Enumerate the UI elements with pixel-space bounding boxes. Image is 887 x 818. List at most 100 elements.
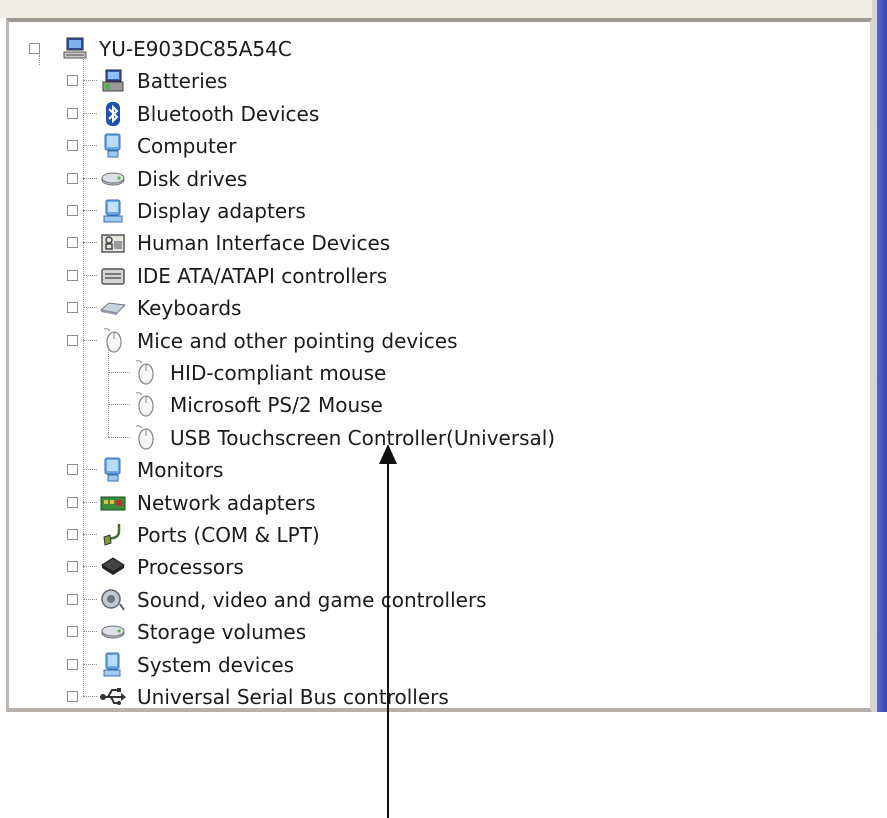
tree-connector-line (83, 307, 97, 309)
tree-category-node[interactable]: Human Interface Devices (9, 229, 859, 259)
monitor-icon (99, 132, 127, 160)
tree-node-label: System devices (137, 652, 295, 677)
display-adapter-icon (99, 197, 127, 225)
tree-root-node[interactable]: YU-E903DC85A54C (9, 35, 859, 65)
processor-icon (99, 553, 127, 581)
tree-connector-line (83, 210, 97, 211)
tree-category-node[interactable]: Processors (9, 553, 859, 583)
sound-icon (99, 586, 127, 614)
tree-category-node[interactable]: IDE ATA/ATAPI controllers (9, 262, 859, 292)
tree-connector-line (39, 55, 40, 65)
tree-node-label: Microsoft PS/2 Mouse (170, 393, 383, 418)
tree-category-node[interactable]: Universal Serial Bus controllers (9, 683, 859, 713)
tree-node-label: Display adapters (137, 199, 306, 223)
bluetooth-icon (99, 100, 127, 128)
tree-node-label: USB Touchscreen Controller(Universal) (170, 425, 556, 450)
tree-connector-line (83, 566, 97, 568)
tree-node-label: Processors (137, 555, 244, 580)
port-icon (99, 521, 127, 549)
tree-connector-line (83, 177, 97, 179)
expand-toggle[interactable] (67, 140, 78, 152)
expand-toggle[interactable] (67, 658, 78, 670)
tree-category-node[interactable]: Ports (COM & LPT) (9, 521, 859, 551)
expand-toggle[interactable] (67, 237, 78, 249)
tree-category-node[interactable]: Display adapters (9, 197, 859, 227)
expand-toggle[interactable] (67, 75, 78, 87)
ide-controller-icon (99, 262, 127, 290)
tree-node-label: Computer (137, 134, 237, 159)
expand-toggle[interactable] (67, 205, 78, 216)
tree-connector-line (108, 372, 130, 373)
expand-toggle[interactable] (67, 302, 78, 314)
storage-volume-icon (99, 618, 127, 646)
expand-toggle[interactable] (67, 464, 78, 476)
device-tree: YU-E903DC85A54C Batteries Bluetooth Device… (9, 22, 870, 709)
tree-category-node[interactable]: Batteries (9, 67, 859, 97)
tree-connector-line (83, 631, 97, 633)
tree-category-node[interactable]: Sound, video and game controllers (9, 586, 859, 616)
tree-connector-line (83, 501, 97, 503)
tree-node-label: YU-E903DC85A54C (99, 37, 292, 61)
window-edge (872, 0, 887, 720)
tree-connector-line (83, 242, 97, 244)
collapse-toggle[interactable] (67, 334, 78, 346)
tree-node-label: Batteries (137, 69, 228, 94)
expand-toggle[interactable] (67, 269, 78, 281)
computer-icon (61, 35, 89, 63)
expand-toggle[interactable] (67, 496, 78, 508)
tree-connector-line (83, 469, 97, 471)
tree-node-label: Keyboards (137, 296, 242, 321)
tree-connector-line (83, 598, 97, 600)
tree-connector-line (108, 436, 130, 438)
tree-node-label: Bluetooth Devices (137, 101, 320, 126)
tree-device-node[interactable]: USB Touchscreen Controller(Universal) (9, 424, 859, 454)
expand-toggle[interactable] (67, 691, 78, 702)
device-tree-panel: YU-E903DC85A54C Batteries Bluetooth Device… (6, 18, 872, 712)
tree-node-label: Mice and other pointing devices (137, 328, 458, 353)
tree-category-node[interactable]: Mice and other pointing devices (9, 327, 859, 357)
expand-toggle[interactable] (67, 626, 78, 638)
tree-category-node[interactable]: Monitors (9, 456, 859, 486)
annotation-area (0, 712, 887, 818)
tree-category-node[interactable]: Computer (9, 132, 859, 162)
tree-node-label: Human Interface Devices (137, 231, 391, 256)
tree-category-node[interactable]: Disk drives (9, 165, 859, 195)
expand-toggle[interactable] (67, 107, 78, 119)
expand-toggle[interactable] (67, 593, 78, 605)
tree-connector-line (83, 145, 97, 147)
tree-node-label: Network adapters (137, 490, 316, 515)
disk-drive-icon (99, 165, 127, 193)
tree-category-node[interactable]: System devices (9, 651, 859, 681)
tree-device-node[interactable]: Microsoft PS/2 Mouse (9, 391, 859, 421)
tree-node-label: Ports (COM & LPT) (137, 523, 320, 547)
tree-connector-line (83, 112, 97, 114)
keyboard-icon (99, 294, 127, 322)
tree-node-label: Universal Serial Bus controllers (137, 685, 449, 709)
expand-toggle[interactable] (67, 172, 78, 184)
tree-category-node[interactable]: Storage volumes (9, 618, 859, 648)
tree-connector-line (108, 346, 109, 437)
collapse-toggle[interactable] (29, 43, 40, 54)
expand-toggle[interactable] (67, 529, 78, 540)
mouse-icon (99, 327, 127, 355)
network-adapter-icon (99, 489, 127, 517)
tree-connector-line (83, 57, 84, 696)
tree-node-label: Disk drives (137, 166, 248, 191)
callout-arrow-line (387, 462, 389, 818)
tree-device-node[interactable]: HID-compliant mouse (9, 359, 859, 389)
system-devices-icon (99, 651, 127, 679)
window-top-band (0, 0, 887, 18)
tree-category-node[interactable]: Network adapters (9, 489, 859, 519)
tree-category-node[interactable]: Keyboards (9, 294, 859, 324)
tree-category-node[interactable]: Bluetooth Devices (9, 100, 859, 130)
expand-toggle[interactable] (67, 561, 78, 573)
mouse-icon (131, 391, 159, 419)
tree-connector-line (108, 404, 130, 406)
tree-connector-line (83, 274, 97, 276)
tree-connector-line (83, 663, 97, 665)
monitor-icon (99, 456, 127, 484)
tree-node-label: HID-compliant mouse (170, 361, 387, 385)
hid-icon (99, 229, 127, 257)
tree-node-label: IDE ATA/ATAPI controllers (137, 263, 388, 288)
tree-node-label: Monitors (137, 458, 224, 483)
